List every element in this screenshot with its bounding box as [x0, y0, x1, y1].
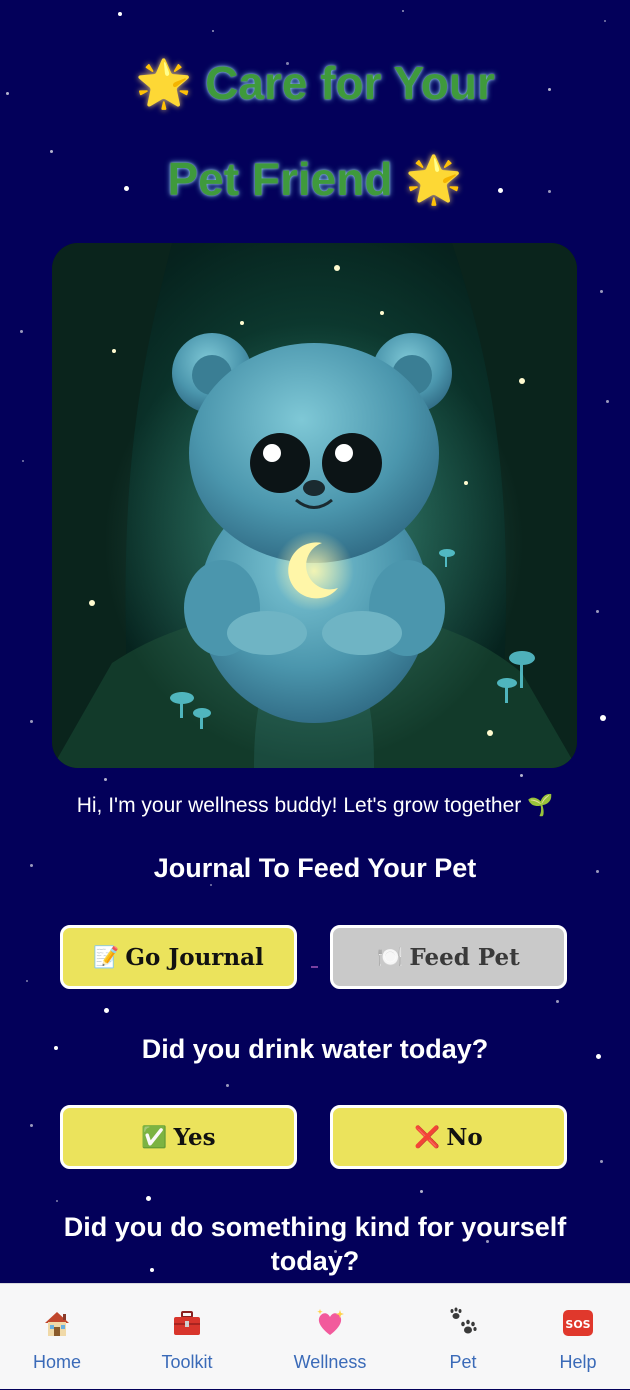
go-journal-label: Go Journal	[125, 943, 264, 971]
nav-item-pet[interactable]: Pet	[428, 1284, 498, 1390]
toolbox-icon	[170, 1306, 204, 1340]
nav-label-home: Home	[32, 1352, 81, 1372]
glowing-star-icon: 🌟	[405, 153, 463, 205]
page-title-line-2: Pet Friend 🌟	[0, 152, 630, 207]
svg-text:SOS: SOS	[565, 1318, 590, 1331]
nav-item-help[interactable]: SOS Help	[543, 1284, 613, 1390]
water-no-label: No	[446, 1123, 483, 1151]
button-divider	[311, 966, 318, 968]
nav-label-help: Help	[559, 1352, 597, 1372]
water-yes-label: Yes	[173, 1123, 216, 1151]
water-question: Did you drink water today?	[141, 1034, 489, 1064]
paw-prints-icon	[446, 1306, 480, 1340]
feed-pet-label: Feed Pet	[409, 943, 520, 971]
title-text-line-2: Pet Friend	[167, 153, 393, 205]
sos-icon: SOS	[561, 1306, 595, 1340]
memo-icon: 📝	[93, 944, 120, 969]
glowing-star-icon: 🌟	[135, 57, 193, 109]
journal-section-heading: Journal To Feed Your Pet	[153, 853, 477, 883]
nav-label-pet: Pet	[449, 1352, 477, 1372]
kindness-question: Did you do something kind for yourself t…	[63, 1212, 567, 1276]
cross-mark-icon: ❌	[414, 1124, 441, 1149]
feed-pet-button[interactable]: 🍽️ Feed Pet	[330, 925, 567, 989]
title-text-line-1: Care for Your	[205, 57, 495, 109]
plate-icon: 🍽️	[377, 944, 404, 969]
nav-item-toolkit[interactable]: Toolkit	[152, 1284, 222, 1390]
nav-label-wellness: Wellness	[293, 1352, 367, 1372]
page-title-line-1: 🌟 Care for Your	[0, 56, 630, 111]
nav-item-wellness[interactable]: Wellness	[285, 1284, 375, 1390]
water-no-button[interactable]: ❌ No	[330, 1105, 567, 1169]
nav-label-toolkit: Toolkit	[161, 1352, 213, 1372]
water-yes-button[interactable]: ✅ Yes	[60, 1105, 297, 1169]
check-mark-icon: ✅	[141, 1124, 168, 1149]
sparkling-heart-icon	[313, 1306, 347, 1340]
go-journal-button[interactable]: 📝 Go Journal	[60, 925, 297, 989]
pet-screen: 🌟 Care for Your Pet Friend 🌟 Hi, I'm you…	[0, 0, 630, 1283]
bottom-navigation: Home Toolkit Wellness Pet SOS Help	[0, 1283, 630, 1389]
house-icon	[40, 1306, 74, 1340]
pet-image	[52, 243, 577, 768]
nav-item-home[interactable]: Home	[22, 1284, 92, 1390]
pet-greeting: Hi, I'm your wellness buddy! Let's grow …	[76, 794, 554, 817]
